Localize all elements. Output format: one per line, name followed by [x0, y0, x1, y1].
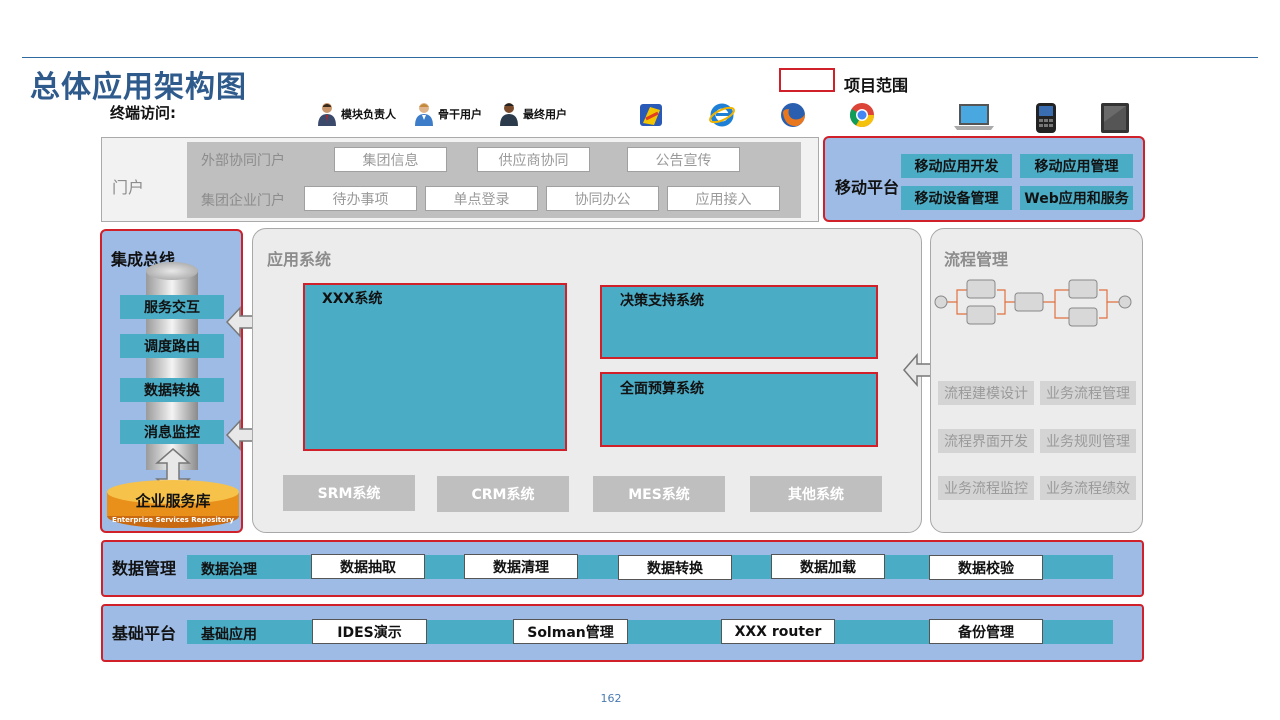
- process-item[interactable]: 流程界面开发: [938, 429, 1034, 453]
- key-user-icon: [415, 103, 433, 126]
- page-title: 总体应用架构图: [30, 70, 247, 105]
- ie-browser-icon: [708, 101, 736, 129]
- portal-button[interactable]: 待办事项: [304, 186, 417, 211]
- system-label: XXX系统: [322, 291, 383, 307]
- data-management-item[interactable]: 数据转换: [618, 555, 732, 580]
- portal-button[interactable]: 协同办公: [546, 186, 659, 211]
- terminal-access-label: 终端访问:: [110, 104, 176, 122]
- mobile-phone-icon: [1032, 102, 1060, 134]
- base-platform-label: 基础平台: [112, 624, 177, 643]
- application-systems-label: 应用系统: [267, 250, 332, 269]
- legend-scope-label: 项目范围: [844, 76, 909, 95]
- process-management-label: 流程管理: [944, 250, 1009, 269]
- chrome-icon: [848, 101, 876, 129]
- process-item[interactable]: 业务规则管理: [1040, 429, 1136, 453]
- repository-en-label: Enterprise Services Repository: [112, 516, 234, 524]
- portal-button[interactable]: 集团信息: [334, 147, 447, 172]
- data-management-first-item: 数据治理: [201, 562, 257, 578]
- top-divider: [22, 57, 1258, 58]
- user-key-user: 骨干用户: [413, 102, 482, 126]
- bus-item[interactable]: 数据转换: [120, 378, 224, 402]
- mobile-platform-label: 移动平台: [835, 178, 900, 197]
- base-platform-item[interactable]: XXX router: [721, 619, 835, 644]
- mobile-item[interactable]: 移动设备管理: [901, 186, 1012, 210]
- user-label: 最终用户: [523, 108, 567, 121]
- base-platform-item[interactable]: IDES演示: [312, 619, 427, 644]
- process-flow-diagram-icon: [933, 276, 1133, 338]
- base-platform-item[interactable]: 备份管理: [929, 619, 1043, 644]
- data-management-item[interactable]: 数据抽取: [311, 554, 425, 579]
- process-item[interactable]: 流程建模设计: [938, 381, 1034, 405]
- page-number: 162: [600, 692, 622, 705]
- data-management-item[interactable]: 数据加载: [771, 554, 885, 579]
- legend-scope-box: [779, 68, 835, 92]
- bus-cylinder-top: [146, 262, 198, 280]
- portal-button[interactable]: 应用接入: [667, 186, 780, 211]
- portal-row-label: 集团企业门户: [201, 193, 285, 209]
- user-end-user: 最终用户: [498, 102, 567, 126]
- other-system-button[interactable]: CRM系统: [437, 476, 569, 512]
- base-platform-first-item: 基础应用: [201, 627, 257, 643]
- data-management-label: 数据管理: [112, 559, 177, 578]
- user-module-owner: 模块负责人: [316, 102, 396, 126]
- bus-item[interactable]: 消息监控: [120, 420, 224, 444]
- other-system-button[interactable]: MES系统: [593, 476, 725, 512]
- portal-label: 门户: [112, 178, 145, 197]
- portal-button[interactable]: 供应商协同: [477, 147, 590, 172]
- data-management-item[interactable]: 数据清理: [464, 554, 578, 579]
- laptop-icon: [953, 102, 995, 132]
- other-system-button[interactable]: 其他系统: [750, 476, 882, 512]
- end-user-icon: [500, 103, 518, 126]
- process-item[interactable]: 业务流程监控: [938, 476, 1034, 500]
- firefox-icon: [779, 101, 807, 129]
- system-box-xxx[interactable]: [303, 283, 567, 451]
- enterprise-repository-label: 企业服务库: [135, 492, 211, 510]
- browser-icon: [638, 101, 666, 129]
- mobile-item[interactable]: 移动应用管理: [1020, 154, 1133, 178]
- system-label: 全面预算系统: [620, 381, 704, 397]
- process-item[interactable]: 业务流程管理: [1040, 381, 1136, 405]
- mobile-item[interactable]: Web应用和服务: [1020, 186, 1133, 210]
- base-platform-item[interactable]: Solman管理: [513, 619, 628, 644]
- system-label: 决策支持系统: [620, 293, 704, 309]
- bus-item[interactable]: 服务交互: [120, 295, 224, 319]
- mobile-item[interactable]: 移动应用开发: [901, 154, 1012, 178]
- tablet-icon: [1099, 102, 1131, 134]
- user-label: 骨干用户: [438, 108, 482, 121]
- portal-button[interactable]: 公告宣传: [627, 147, 740, 172]
- other-system-button[interactable]: SRM系统: [283, 475, 415, 511]
- user-label: 模块负责人: [341, 108, 396, 121]
- process-item[interactable]: 业务流程绩效: [1040, 476, 1136, 500]
- data-management-item[interactable]: 数据校验: [929, 555, 1043, 580]
- portal-button[interactable]: 单点登录: [425, 186, 538, 211]
- bus-item[interactable]: 调度路由: [120, 334, 224, 358]
- manager-user-icon: [318, 103, 336, 126]
- portal-row-label: 外部协同门户: [201, 153, 285, 169]
